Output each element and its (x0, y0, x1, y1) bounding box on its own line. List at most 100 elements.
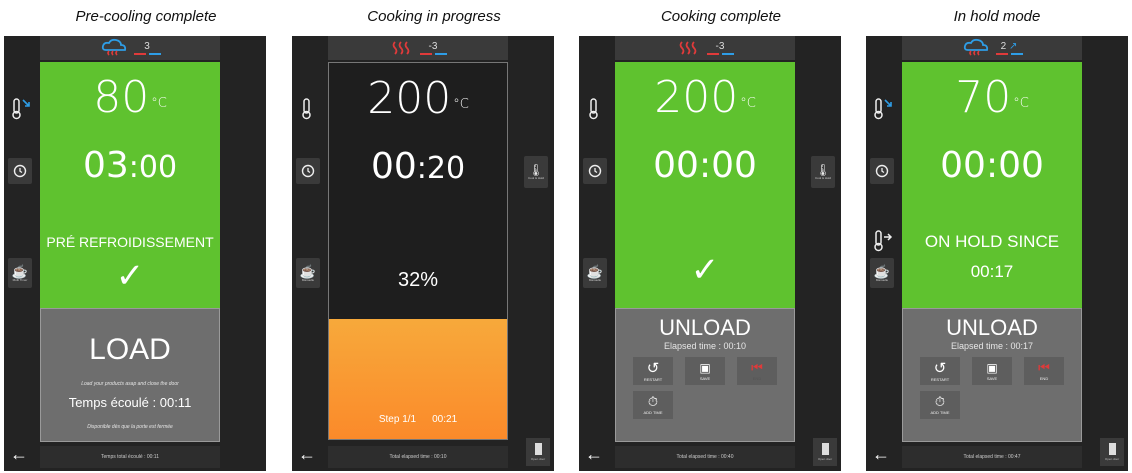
step-number: -3 (715, 40, 725, 52)
end-button[interactable]: ⏮ END (737, 357, 777, 385)
temperature-value: 200 (367, 73, 452, 124)
topbar: 2 ↗ (902, 36, 1082, 60)
back-arrow-icon[interactable]: ← (10, 444, 28, 465)
cloud-heat-icon (101, 38, 126, 56)
end-label: END (752, 376, 762, 381)
clock-icon[interactable] (8, 158, 32, 184)
topbar: -3 (615, 36, 795, 60)
screen-cooking: -3 ☕ Manuelle 🌡 Cool & Hold 200 °C 00:20 … (292, 36, 554, 471)
thermometer-cooling-icon[interactable] (8, 96, 32, 122)
step-time: 00:21 (432, 414, 458, 425)
time-minutes: 00 (940, 145, 986, 186)
heat-icon (679, 41, 696, 55)
save-label: SAVE (699, 376, 711, 381)
thermometer-exit-icon[interactable] (870, 228, 894, 254)
arrow-up-right-icon: ↗ (1006, 40, 1018, 52)
save-icon: ▣ (699, 361, 711, 375)
time-display: 00:00 (615, 146, 795, 186)
thermometer-exit-icon: 🌡 (528, 163, 544, 177)
manual-label: Manuelle (875, 277, 889, 282)
clock-icon[interactable] (296, 158, 320, 184)
add-time-label: ADD TIME (643, 410, 663, 415)
open-door-button[interactable]: Open door (1100, 438, 1124, 466)
temperature-unit: °C (740, 96, 756, 111)
open-door-label: Open door (1104, 457, 1120, 461)
thermometer-icon[interactable] (583, 96, 607, 122)
cool-hold-label: Cool & Hold (527, 176, 544, 180)
temperature-unit: °C (151, 96, 167, 111)
add-time-button[interactable]: ⏱ ADD TIME (920, 391, 960, 419)
save-button[interactable]: ▣ SAVE (972, 357, 1012, 385)
save-icon: ▣ (986, 361, 998, 375)
clock-icon[interactable] (583, 158, 607, 184)
thermometer-icon[interactable] (296, 96, 320, 122)
open-door-button[interactable]: Open door (813, 438, 837, 466)
manual-button[interactable]: ☕ Manuelle (296, 258, 320, 288)
open-door-label: Open door (817, 457, 833, 461)
status-text: PRÉ REFROIDISSEMENT (46, 234, 214, 250)
unload-title: UNLOAD (659, 315, 751, 340)
open-door-label: Open door (530, 457, 546, 461)
main-display: 200 °C 00:20 32% Step 1/1 00:21 (328, 62, 508, 440)
end-icon: ⏮ (751, 360, 763, 375)
time-seconds: :20 (416, 151, 466, 186)
temperature-unit: °C (453, 97, 469, 112)
thermometer-exit-icon: 🌡 (815, 163, 831, 177)
step-number: 2 ↗ (1001, 40, 1018, 52)
step-indicator: -3 (706, 40, 734, 55)
temperature-value: 80 (93, 72, 150, 123)
stopwatch-icon: ⏱ (647, 394, 659, 409)
elapsed-time: Elapsed time : 00:17 (950, 341, 1034, 351)
clock-icon[interactable] (870, 158, 894, 184)
end-button[interactable]: ⏮ END (1024, 357, 1064, 385)
cool-hold-button[interactable]: 🌡 Cool & Hold (524, 156, 548, 188)
footer-elapsed: Total elapsed time : 00:40 (615, 446, 795, 468)
topbar: -3 (328, 36, 508, 60)
cool-hold-button[interactable]: 🌡 Cool & Hold (811, 156, 835, 188)
temperature-value: 200 (654, 72, 739, 123)
add-time-button[interactable]: ⏱ ADD TIME (633, 391, 673, 419)
restart-label: RESTART (930, 376, 950, 382)
manual-button[interactable]: ☕ Manuelle (583, 258, 607, 288)
open-door-button[interactable]: Open door (526, 438, 550, 466)
topbar: 3 (40, 36, 220, 60)
time-minutes: 00 (653, 145, 699, 186)
cool-hold-label: Cool & Hold (814, 176, 831, 180)
back-arrow-icon[interactable]: ← (298, 444, 316, 465)
step-number: 3 (144, 40, 150, 52)
manual-button[interactable]: ☕ Manuelle (870, 258, 894, 288)
load-instruction: Load your products asap and close the do… (81, 381, 179, 387)
save-button[interactable]: ▣ SAVE (685, 357, 725, 385)
manual-label: Manuelle (301, 277, 315, 282)
time-display: 00:00 (902, 146, 1082, 186)
load-panel[interactable]: LOAD Load your products asap and close t… (40, 308, 220, 442)
step-label: Step 1/1 (378, 414, 417, 425)
hold-time: 00:17 (970, 262, 1014, 281)
restart-button[interactable]: ↺ RESTART (920, 357, 960, 385)
unload-panel: UNLOAD Elapsed time : 00:10 ↺ RESTART ▣ SA… (615, 308, 795, 442)
caption-complete: Cooking complete (660, 8, 782, 25)
multi-timer-button[interactable]: ☕ Multi Timer (8, 258, 32, 288)
checkmark-icon: ✓ (690, 251, 720, 289)
unload-panel: UNLOAD Elapsed time : 00:17 ↺ RESTART ▣ SA… (902, 308, 1082, 442)
thermometer-cooling-icon[interactable] (870, 96, 894, 122)
manual-label: Manuelle (588, 277, 602, 282)
back-arrow-icon[interactable]: ← (585, 444, 603, 465)
step-number: -3 (428, 40, 438, 52)
save-label: SAVE (986, 376, 998, 381)
food-probe-icon: ☕ (586, 263, 604, 279)
food-probe-icon: ☕ (873, 263, 891, 279)
add-time-label: ADD TIME (930, 410, 950, 415)
caption-cooking: Cooking in progress (367, 8, 501, 25)
time-seconds: :00 (985, 145, 1044, 186)
back-arrow-icon[interactable]: ← (872, 444, 890, 465)
checkmark-icon: ✓ (115, 257, 145, 295)
screen-complete: -3 ☕ Manuelle 🌡 Cool & Hold 200 °C 00:00 … (579, 36, 841, 471)
restart-button[interactable]: ↺ RESTART (633, 357, 673, 385)
main-display: 200 °C 00:00 ✓ (615, 62, 795, 308)
door-icon (821, 443, 829, 455)
temperature-display: 70 °C (902, 74, 1082, 122)
restart-icon: ↺ (646, 359, 660, 377)
screen-precooling: 3 ☕ Multi Timer 80 °C 03:00 PRÉ REFROIDIS… (4, 36, 266, 471)
main-display: 70 °C 00:00 ON HOLD SINCE 00:17 (902, 62, 1082, 308)
